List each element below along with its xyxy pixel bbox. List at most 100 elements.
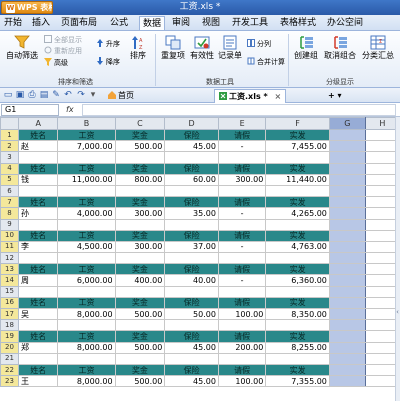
cell[interactable] bbox=[164, 319, 219, 332]
tab-developer[interactable]: 开发工具 bbox=[230, 16, 270, 30]
cell[interactable] bbox=[164, 252, 219, 265]
row-header[interactable]: 22 bbox=[0, 363, 19, 377]
cell[interactable]: 40.00 bbox=[164, 274, 219, 287]
cell[interactable]: 姓名 bbox=[17, 128, 59, 142]
sort-button[interactable]: A Z 排序 bbox=[124, 35, 152, 61]
row-header[interactable]: 21 bbox=[0, 352, 19, 365]
cell[interactable]: 工资 bbox=[57, 296, 116, 310]
cell[interactable] bbox=[265, 218, 330, 231]
cell[interactable]: 周 bbox=[17, 274, 59, 287]
cell[interactable]: 60.00 bbox=[164, 173, 219, 186]
cell[interactable] bbox=[114, 252, 166, 265]
cell[interactable] bbox=[114, 184, 166, 198]
cell[interactable]: 姓名 bbox=[17, 363, 59, 377]
cell[interactable] bbox=[265, 319, 330, 332]
cell[interactable] bbox=[328, 240, 366, 254]
cell[interactable] bbox=[328, 128, 366, 142]
cell[interactable] bbox=[114, 218, 166, 231]
cell[interactable]: 请假 bbox=[217, 296, 267, 310]
row-header[interactable]: 10 bbox=[0, 229, 19, 242]
row-header[interactable]: 3 bbox=[0, 151, 19, 164]
cell[interactable]: 实发 bbox=[265, 296, 330, 310]
tab-data[interactable]: 数据 bbox=[139, 16, 165, 30]
cell[interactable] bbox=[265, 252, 330, 265]
sort-ascending-button[interactable]: 升序 bbox=[96, 39, 120, 49]
cell[interactable] bbox=[57, 184, 116, 198]
cell[interactable]: 4,000.00 bbox=[57, 207, 116, 220]
cell[interactable]: 300.00 bbox=[114, 240, 166, 254]
column-header-g[interactable]: G bbox=[328, 117, 366, 130]
row-header[interactable]: 8 bbox=[0, 207, 19, 220]
cell[interactable]: 工资 bbox=[57, 229, 116, 242]
cell[interactable]: 保险 bbox=[164, 162, 219, 175]
cell[interactable] bbox=[17, 285, 59, 298]
cell[interactable]: 7,355.00 bbox=[265, 375, 330, 388]
reapply-button[interactable]: 重新应用 bbox=[44, 46, 82, 56]
cell[interactable]: 500.00 bbox=[114, 375, 166, 388]
cell[interactable] bbox=[328, 352, 366, 365]
row-header[interactable]: 12 bbox=[0, 252, 19, 265]
column-header-f[interactable]: F bbox=[265, 117, 330, 130]
qa-dropdown-icon[interactable]: ▾ bbox=[88, 90, 98, 100]
cell[interactable] bbox=[17, 352, 59, 365]
sort-descending-button[interactable]: 降序 bbox=[96, 57, 120, 67]
cell[interactable]: 姓名 bbox=[17, 196, 59, 209]
cell[interactable]: 实发 bbox=[265, 330, 330, 343]
cell[interactable] bbox=[328, 162, 366, 175]
cell[interactable] bbox=[217, 252, 267, 265]
cell[interactable]: - bbox=[217, 240, 267, 254]
cell[interactable] bbox=[114, 352, 166, 365]
cell[interactable]: 姓名 bbox=[17, 263, 59, 276]
save-icon[interactable]: ▣ bbox=[15, 90, 25, 100]
create-group-button[interactable]: 创建组 bbox=[291, 35, 321, 61]
show-all-button[interactable]: 全部显示 bbox=[44, 35, 82, 45]
cell[interactable]: 请假 bbox=[217, 128, 267, 142]
cell[interactable]: 奖金 bbox=[114, 330, 166, 343]
cell[interactable]: 保险 bbox=[164, 263, 219, 276]
cell[interactable] bbox=[328, 207, 366, 220]
tab-document[interactable]: 工资.xls * × bbox=[214, 89, 287, 103]
cell[interactable] bbox=[328, 296, 366, 310]
cell[interactable]: - bbox=[217, 274, 267, 287]
cell[interactable] bbox=[164, 352, 219, 365]
fx-icon[interactable]: fx bbox=[66, 104, 74, 116]
validity-button[interactable]: 有效性 bbox=[188, 35, 216, 61]
row-header[interactable]: 2 bbox=[0, 140, 19, 153]
cell[interactable] bbox=[328, 307, 366, 321]
cell[interactable] bbox=[57, 252, 116, 265]
cell[interactable]: 奖金 bbox=[114, 363, 166, 377]
tab-table-style[interactable]: 表格样式 bbox=[278, 16, 318, 30]
cell[interactable] bbox=[265, 352, 330, 365]
cell[interactable]: 8,000.00 bbox=[57, 341, 116, 354]
cell[interactable]: 工资 bbox=[57, 330, 116, 343]
tab-review[interactable]: 审阅 bbox=[170, 16, 192, 30]
cell[interactable]: 保险 bbox=[164, 363, 219, 377]
tab-view[interactable]: 视图 bbox=[200, 16, 222, 30]
cell[interactable]: 实发 bbox=[265, 128, 330, 142]
cell-table[interactable]: A B C D E F G H 1 姓名 工资 奖金 保险 请假 实发 2 赵 7,000.00 5… bbox=[0, 117, 400, 388]
row-header[interactable]: 20 bbox=[0, 341, 19, 354]
spreadsheet-grid[interactable]: A B C D E F G H 1 姓名 工资 奖金 保险 请假 实发 2 赵 7,000.00 5… bbox=[0, 117, 400, 401]
cell[interactable]: 工资 bbox=[57, 162, 116, 175]
cell[interactable]: 500.00 bbox=[114, 140, 166, 153]
cell[interactable]: 500.00 bbox=[114, 341, 166, 354]
cell[interactable] bbox=[328, 252, 366, 265]
cell[interactable] bbox=[328, 319, 366, 332]
cell[interactable]: 保险 bbox=[164, 196, 219, 209]
cell[interactable]: 孙 bbox=[17, 207, 59, 220]
cell[interactable] bbox=[57, 151, 116, 164]
cell[interactable]: 姓名 bbox=[17, 296, 59, 310]
row-header[interactable]: 14 bbox=[0, 274, 19, 287]
cell[interactable]: 实发 bbox=[265, 196, 330, 209]
cell[interactable]: 保险 bbox=[164, 229, 219, 242]
row-header[interactable]: 1 bbox=[0, 128, 19, 142]
cell[interactable]: 45.00 bbox=[164, 140, 219, 153]
cell[interactable] bbox=[57, 285, 116, 298]
cell[interactable] bbox=[328, 274, 366, 287]
row-header[interactable]: 5 bbox=[0, 173, 19, 186]
undo-icon[interactable]: ↶ bbox=[63, 90, 73, 100]
cell[interactable]: 请假 bbox=[217, 162, 267, 175]
row-header[interactable]: 13 bbox=[0, 263, 19, 276]
cell[interactable]: 请假 bbox=[217, 363, 267, 377]
column-header-a[interactable]: A bbox=[17, 117, 59, 130]
